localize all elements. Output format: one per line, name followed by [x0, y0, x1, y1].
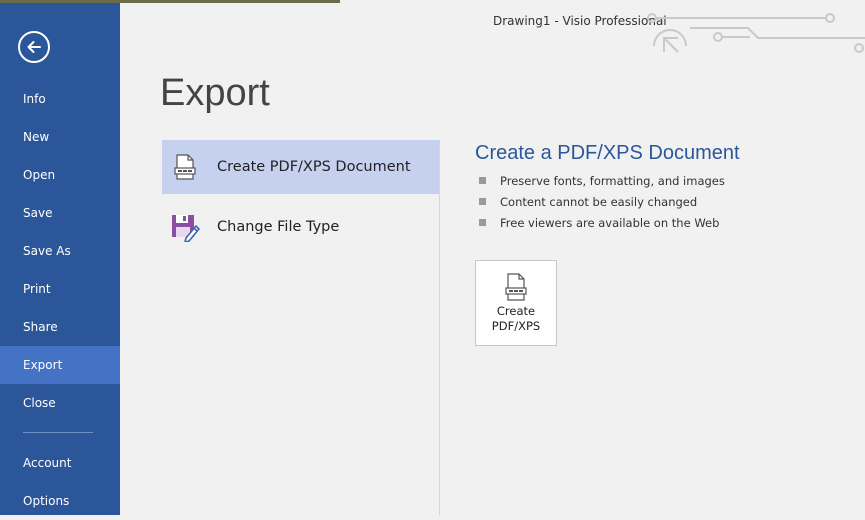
back-arrow-icon: [27, 41, 41, 53]
option-create-pdf-xps[interactable]: Create PDF/XPS Document: [162, 140, 439, 194]
page-title: Export: [160, 72, 270, 114]
option-change-file-type[interactable]: Change File Type: [162, 200, 439, 254]
bullet-square-icon: [479, 177, 486, 184]
nav-close[interactable]: Close: [0, 384, 120, 422]
nav-separator: [23, 432, 93, 433]
option-label: Change File Type: [217, 219, 340, 235]
feature-list: Preserve fonts, formatting, and images C…: [478, 171, 725, 234]
nav-new[interactable]: New: [0, 118, 120, 156]
backstage-sidebar: Info New Open Save Save As Print Share E…: [0, 3, 120, 515]
save-change-type-icon: [170, 212, 200, 242]
nav-open[interactable]: Open: [0, 156, 120, 194]
list-item: Preserve fonts, formatting, and images: [478, 171, 725, 192]
bullet-square-icon: [479, 198, 486, 205]
panel-title: Create a PDF/XPS Document: [475, 142, 740, 164]
nav-export[interactable]: Export: [0, 346, 120, 384]
bullet-square-icon: [479, 219, 486, 226]
circuit-decoration-icon: [647, 13, 865, 53]
nav-share[interactable]: Share: [0, 308, 120, 346]
option-label: Create PDF/XPS Document: [217, 159, 411, 175]
nav-save[interactable]: Save: [0, 194, 120, 232]
create-pdf-xps-button[interactable]: Create PDF/XPS: [475, 260, 557, 346]
back-button[interactable]: [18, 31, 50, 63]
button-label: Create PDF/XPS: [491, 304, 541, 333]
list-item: Content cannot be easily changed: [478, 192, 725, 213]
nav-info[interactable]: Info: [0, 80, 120, 118]
pane-divider: [439, 140, 440, 515]
nav-print[interactable]: Print: [0, 270, 120, 308]
pdf-document-icon: [170, 152, 200, 182]
nav-options[interactable]: Options: [0, 482, 120, 520]
nav-account[interactable]: Account: [0, 444, 120, 482]
list-item: Free viewers are available on the Web: [478, 213, 725, 234]
nav-save-as[interactable]: Save As: [0, 232, 120, 270]
pdf-document-icon: [505, 273, 527, 301]
